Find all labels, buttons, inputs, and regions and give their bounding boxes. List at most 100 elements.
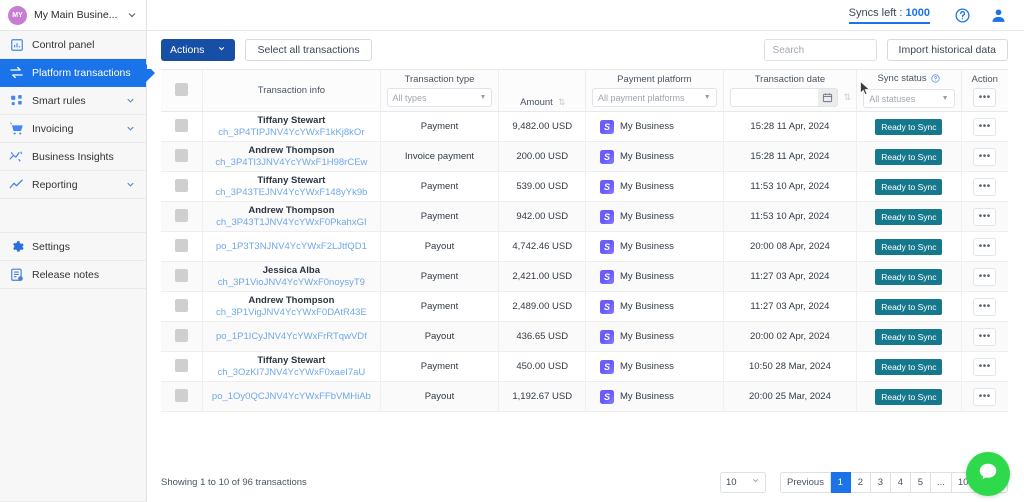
pagination-page-2[interactable]: 2 (850, 471, 871, 493)
table-row: po_1P1ICyJNV4YcYWxFrRTqwVDf Payout 436.65 … (161, 321, 1008, 352)
transaction-type-cell: Payment (380, 291, 500, 322)
status-badge[interactable]: Ready to Sync (875, 238, 943, 255)
account-button[interactable] (988, 5, 1008, 25)
filter-value: All payment platforms (598, 92, 685, 103)
sidebar-item-platform-transactions[interactable]: Platform transactions (0, 59, 155, 87)
transaction-id[interactable]: po_1P1ICyJNV4YcYWxFrRTqwVDf (209, 331, 373, 343)
row-checkbox[interactable] (175, 328, 189, 342)
actions-button[interactable]: Actions (161, 39, 236, 61)
sort-icon[interactable]: ⇅ (844, 92, 851, 103)
transaction-id[interactable]: ch_3P43T1JNV4YcYWxF0PkahxGI (209, 217, 373, 229)
chevron-down-icon[interactable] (125, 95, 137, 107)
amount-cell: 2,489.00 USD (498, 291, 586, 322)
import-historical-data-button[interactable]: Import historical data (886, 39, 1008, 61)
org-switcher[interactable]: MY My Main Busine... (0, 0, 146, 31)
sync-status-filter[interactable]: All statuses ▼ (863, 89, 955, 108)
row-checkbox[interactable] (175, 178, 189, 192)
payment-platform-cell: S My Business (585, 291, 724, 322)
sync-status-cell: Ready to Sync (856, 381, 962, 412)
row-checkbox[interactable] (175, 238, 189, 252)
sidebar-item-control-panel[interactable]: Control panel (0, 31, 146, 59)
customer-name: Andrew Thompson (248, 204, 335, 216)
transaction-id[interactable]: ch_3P1VioJNV4YcYWxF0noysyT9 (209, 277, 373, 289)
sidebar-divider-gap (0, 199, 146, 233)
transaction-type-filter[interactable]: All types ▼ (386, 88, 493, 107)
row-action-menu-button[interactable]: ••• (973, 327, 997, 346)
transaction-id[interactable]: po_1Oy0QCJNV4YcYWxFFbVMHiAb (209, 391, 373, 403)
row-action-menu-button[interactable]: ••• (973, 297, 997, 316)
pagination-page-...[interactable]: ... (930, 471, 952, 493)
row-checkbox[interactable] (175, 358, 189, 372)
row-action-menu-button[interactable]: ••• (973, 177, 997, 196)
transaction-id[interactable]: ch_3P4TI3JNV4YcYWxF1H98rCEw (209, 157, 373, 169)
transaction-id[interactable]: ch_3P1VigJNV4YcYWxF0DAtR43E (209, 307, 373, 319)
sidebar-item-business-insights[interactable]: Business Insights (0, 143, 146, 171)
status-badge[interactable]: Ready to Sync (875, 118, 943, 135)
transaction-date-filter[interactable] (729, 88, 838, 107)
row-checkbox[interactable] (175, 118, 189, 132)
transaction-id[interactable]: ch_3P4TIPJNV4YcYWxF1kKj8kOr (209, 127, 373, 139)
transaction-id[interactable]: ch_3P43TEJNV4YcYWxF148yYk9b (209, 187, 373, 199)
payment-platform-cell: S My Business (585, 171, 724, 202)
sidebar-item-invoicing[interactable]: Invoicing (0, 115, 146, 143)
th-label: Transaction info (257, 85, 325, 96)
dashboard-icon (9, 37, 24, 52)
sidebar-item-reporting[interactable]: Reporting (0, 171, 146, 199)
chevron-down-icon[interactable] (125, 123, 137, 135)
row-action-menu-button[interactable]: ••• (973, 357, 997, 376)
sync-status-cell: Ready to Sync (856, 111, 962, 142)
sidebar-item-release-notes[interactable]: Release notes (0, 261, 146, 289)
help-circle-icon[interactable] (931, 74, 940, 86)
select-all-checkbox[interactable] (175, 82, 189, 96)
search-input[interactable] (763, 39, 877, 61)
status-badge[interactable]: Ready to Sync (875, 298, 943, 315)
status-badge[interactable]: Ready to Sync (875, 328, 943, 345)
status-badge[interactable]: Ready to Sync (875, 208, 943, 225)
row-action-menu-button[interactable]: ••• (973, 147, 997, 166)
status-badge[interactable]: Ready to Sync (875, 148, 943, 165)
pagination-page-5[interactable]: 5 (910, 471, 931, 493)
pagination-page-4[interactable]: 4 (890, 471, 911, 493)
table-row: Jessica Alba ch_3P1VioJNV4YcYWxF0noysyT9 P… (161, 261, 1008, 292)
row-action-menu-button[interactable]: ••• (973, 117, 997, 136)
sort-icon[interactable]: ⇅ (558, 97, 565, 108)
table-row: Tiffany Stewart ch_3OzKI7JNV4YcYWxF0xaeI7… (161, 351, 1008, 382)
stripe-icon: S (600, 359, 614, 374)
row-checkbox[interactable] (175, 298, 189, 312)
pagination-page-1[interactable]: 1 (830, 471, 851, 493)
transaction-date-cell: 20:00 25 Mar, 2024 (723, 381, 858, 412)
customer-name: Andrew Thompson (248, 294, 335, 306)
pagination-page-3[interactable]: 3 (870, 471, 891, 493)
chevron-down-icon[interactable] (125, 179, 137, 191)
sidebar-item-settings[interactable]: Settings (0, 233, 146, 261)
status-badge[interactable]: Ready to Sync (875, 388, 943, 405)
row-checkbox[interactable] (175, 148, 189, 162)
row-action-menu-button[interactable]: ••• (973, 237, 997, 256)
row-checkbox[interactable] (175, 208, 189, 222)
question-circle-icon (954, 7, 971, 24)
row-action-menu-button[interactable]: ••• (973, 207, 997, 226)
chat-bubble-icon (977, 461, 999, 488)
transaction-id[interactable]: po_1P3T3NJNV4YcYWxF2LJtfQD1 (209, 241, 373, 253)
status-badge[interactable]: Ready to Sync (875, 268, 943, 285)
row-action-menu-button[interactable]: ••• (973, 387, 997, 406)
chat-widget-button[interactable] (966, 452, 1010, 496)
transaction-info-cell: po_1P1ICyJNV4YcYWxFrRTqwVDf (202, 321, 381, 352)
row-action-menu-button[interactable]: ••• (973, 267, 997, 286)
select-all-transactions-button[interactable]: Select all transactions (245, 39, 372, 61)
row-checkbox[interactable] (175, 388, 189, 402)
pagination-previous[interactable]: Previous (779, 471, 831, 493)
th-label: Payment platform (617, 74, 692, 85)
bulk-action-menu-button[interactable]: ••• (973, 88, 997, 107)
transaction-id[interactable]: ch_3OzKI7JNV4YcYWxF0xaeI7aU (209, 367, 373, 379)
amount-cell: 539.00 USD (498, 171, 586, 202)
payment-platform-filter[interactable]: All payment platforms ▼ (592, 88, 717, 107)
sidebar-item-smart-rules[interactable]: Smart rules (0, 87, 146, 115)
help-button[interactable] (952, 5, 972, 25)
stripe-icon: S (600, 329, 614, 344)
per-page-select[interactable]: 10 (719, 471, 766, 493)
row-checkbox[interactable] (175, 268, 189, 282)
transaction-type-cell: Payout (380, 321, 500, 352)
status-badge[interactable]: Ready to Sync (875, 358, 943, 375)
status-badge[interactable]: Ready to Sync (875, 178, 943, 195)
